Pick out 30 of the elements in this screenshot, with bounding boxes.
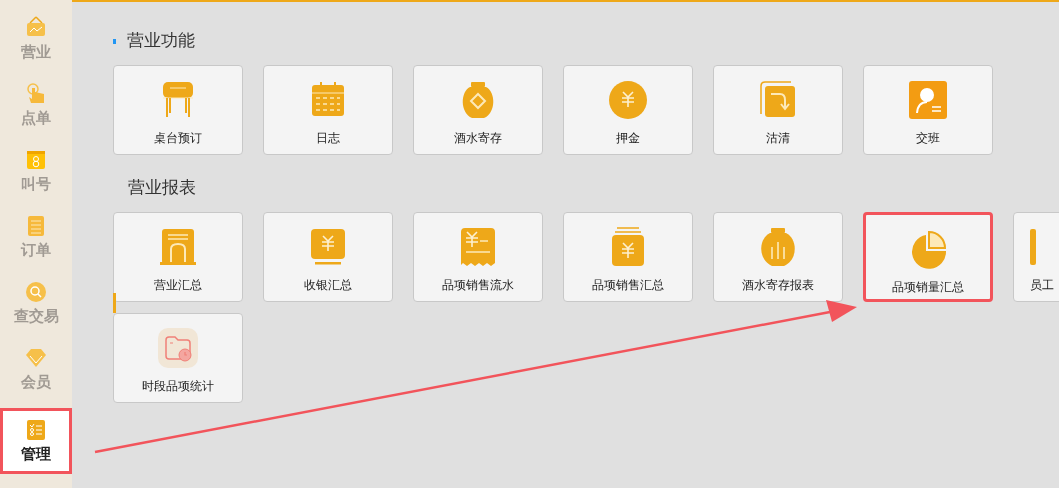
function-card[interactable]: 桌台预订 bbox=[113, 65, 243, 155]
folder-arrow-icon bbox=[758, 80, 798, 120]
storefront-icon bbox=[158, 227, 198, 267]
function-card[interactable]: 品项销量汇总 bbox=[863, 212, 993, 302]
section-marker bbox=[113, 38, 116, 44]
function-card[interactable]: 日志 bbox=[263, 65, 393, 155]
function-card[interactable]: 品项销售流水 bbox=[413, 212, 543, 302]
folder-clock-icon bbox=[158, 328, 198, 368]
function-card[interactable]: 酒水寄存 bbox=[413, 65, 543, 155]
section-title: 营业功能 bbox=[127, 29, 195, 53]
function-card[interactable]: 收银汇总 bbox=[263, 212, 393, 302]
ticket-icon bbox=[24, 148, 48, 172]
function-card[interactable]: 沽清 bbox=[713, 65, 843, 155]
function-card[interactable]: 品项销售汇总 bbox=[563, 212, 693, 302]
search-icon bbox=[24, 280, 48, 304]
checklist-icon bbox=[24, 418, 48, 442]
function-card[interactable]: 时段品项统计 bbox=[113, 313, 243, 403]
section-title: 营业报表 bbox=[128, 176, 196, 200]
yen-coin-icon bbox=[608, 80, 648, 120]
sidebar-item[interactable]: 管理 bbox=[0, 408, 72, 474]
bar-jar-icon bbox=[758, 227, 798, 267]
indicator-bar bbox=[113, 293, 116, 313]
function-card[interactable]: 营业汇总 bbox=[113, 212, 243, 302]
person-swap-icon bbox=[908, 80, 948, 120]
function-card[interactable]: 押金 bbox=[563, 65, 693, 155]
function-card[interactable]: 酒水寄存报表 bbox=[713, 212, 843, 302]
yen-register-icon bbox=[308, 227, 348, 267]
receipt-icon bbox=[458, 227, 498, 267]
function-card[interactable]: 交班 bbox=[863, 65, 993, 155]
function-card[interactable]: 员工 bbox=[1013, 212, 1059, 302]
